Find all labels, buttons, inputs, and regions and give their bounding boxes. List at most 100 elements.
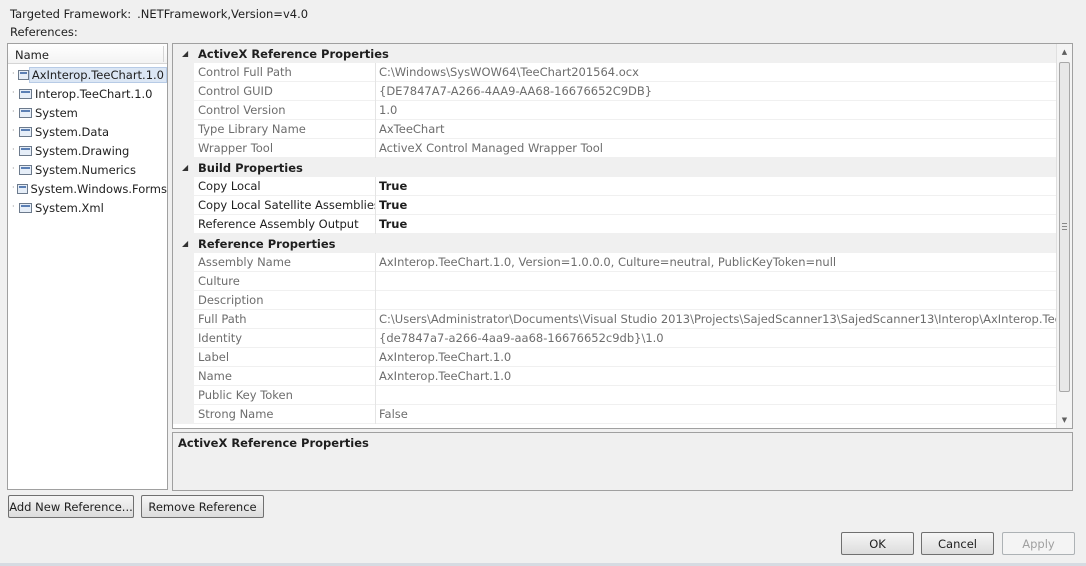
property-grid-rows: ◢ ActiveX Reference Properties Control Ful… [173,44,1072,424]
tree-expander-icon[interactable]: · [12,165,18,173]
property-name[interactable]: Strong Name [194,404,376,424]
collapse-triangle-icon[interactable]: ◢ [173,239,198,248]
apply-button[interactable]: Apply [1002,532,1075,555]
property-row[interactable]: Description [173,290,1072,310]
property-row[interactable]: Copy Local Satellite Assemblies True [173,195,1072,215]
reference-icon [19,88,32,99]
property-name[interactable]: Culture [194,271,376,291]
reference-item[interactable]: · System [8,102,167,121]
reference-item[interactable]: · System.Numerics [8,159,167,178]
property-value[interactable]: C:\Windows\SysWOW64\TeeChart201564.ocx [376,63,1072,82]
tree-expander-icon[interactable]: · [12,70,17,78]
category-title: Reference Properties [198,236,336,251]
tree-expander-icon[interactable]: · [12,89,18,97]
property-category[interactable]: ◢ Reference Properties [173,234,1072,253]
property-name[interactable]: Copy Local Satellite Assemblies [194,195,376,215]
property-value[interactable]: False [376,405,1072,424]
scroll-down-icon[interactable]: ▼ [1057,412,1072,428]
property-gutter [173,214,194,234]
reference-item[interactable]: · System.Drawing [8,140,167,159]
property-value[interactable]: {DE7847A7-A266-4AA9-AA68-16676652C9DB} [376,82,1072,101]
scroll-up-icon[interactable]: ▲ [1057,44,1072,60]
property-row[interactable]: Wrapper Tool ActiveX Control Managed Wrap… [173,138,1072,158]
property-row[interactable]: Full Path C:\Users\Administrator\Document… [173,309,1072,329]
property-name[interactable]: Label [194,347,376,367]
property-name[interactable]: Name [194,366,376,386]
property-name[interactable]: Description [194,290,376,310]
property-value[interactable]: AxInterop.TeeChart.1.0, Version=1.0.0.0,… [376,253,1072,272]
property-name[interactable]: Full Path [194,309,376,329]
tree-expander-icon[interactable]: · [12,203,18,211]
tree-expander-icon[interactable]: · [12,108,18,116]
property-category[interactable]: ◢ Build Properties [173,158,1072,177]
property-row[interactable]: Identity {de7847a7-a266-4aa9-aa68-1667665… [173,328,1072,348]
property-grid[interactable]: ◢ ActiveX Reference Properties Control Ful… [172,43,1073,429]
property-name[interactable]: Assembly Name [194,252,376,272]
property-row[interactable]: Public Key Token [173,385,1072,405]
add-new-reference-button[interactable]: Add New Reference... [8,495,134,518]
reference-item-label: System [35,105,78,120]
remove-reference-button[interactable]: Remove Reference [141,495,264,518]
scrollbar-thumb[interactable] [1059,62,1070,392]
references-column-header-label: Name [15,48,49,62]
property-category[interactable]: ◢ ActiveX Reference Properties [173,44,1072,63]
property-gutter [173,271,194,291]
property-value[interactable] [376,291,1072,310]
property-value[interactable]: {de7847a7-a266-4aa9-aa68-16676652c9db}\1… [376,329,1072,348]
property-name[interactable]: Wrapper Tool [194,138,376,158]
property-name[interactable]: Reference Assembly Output [194,214,376,234]
reference-item[interactable]: · AxInterop.TeeChart.1.0 [8,64,167,83]
reference-item-label: System.Numerics [35,162,136,177]
property-value[interactable]: C:\Users\Administrator\Documents\Visual … [376,310,1072,329]
property-row[interactable]: Strong Name False [173,404,1072,424]
property-value[interactable]: AxInterop.TeeChart.1.0 [376,348,1072,367]
collapse-triangle-icon[interactable]: ◢ [173,49,198,58]
reference-item[interactable]: · System.Xml [8,197,167,216]
property-row[interactable]: Assembly Name AxInterop.TeeChart.1.0, Ver… [173,252,1072,272]
property-row[interactable]: Type Library Name AxTeeChart [173,119,1072,139]
references-column-header[interactable]: Name [8,44,167,64]
ok-button[interactable]: OK [841,532,914,555]
property-row[interactable]: Name AxInterop.TeeChart.1.0 [173,366,1072,386]
property-value[interactable] [376,272,1072,291]
property-row[interactable]: Culture [173,271,1072,291]
property-value[interactable]: AxTeeChart [376,120,1072,139]
property-name[interactable]: Control Full Path [194,62,376,82]
property-gutter [173,290,194,310]
tree-expander-icon[interactable]: · [12,146,18,154]
property-value[interactable]: 1.0 [376,101,1072,120]
reference-item-label: System.Windows.Forms [30,181,168,196]
reference-item[interactable]: · System.Data [8,121,167,140]
property-row[interactable]: Control GUID {DE7847A7-A266-4AA9-AA68-166… [173,81,1072,101]
tree-expander-icon[interactable]: · [12,127,18,135]
reference-item[interactable]: · Interop.TeeChart.1.0 [8,83,167,102]
reference-item[interactable]: · System.Windows.Forms [8,178,167,197]
property-value[interactable]: ActiveX Control Managed Wrapper Tool [376,139,1072,158]
property-value[interactable] [376,386,1072,405]
property-row[interactable]: Reference Assembly Output True [173,214,1072,234]
property-row[interactable]: Control Version 1.0 [173,100,1072,120]
property-value[interactable]: True [376,215,1072,234]
property-row[interactable]: Label AxInterop.TeeChart.1.0 [173,347,1072,367]
property-name[interactable]: Type Library Name [194,119,376,139]
property-name[interactable]: Control GUID [194,81,376,101]
tree-expander-icon[interactable]: · [12,184,16,192]
property-row[interactable]: Copy Local True [173,176,1072,196]
cancel-button[interactable]: Cancel [921,532,994,555]
property-name[interactable]: Identity [194,328,376,348]
references-list[interactable]: Name · AxInterop.TeeChart.1.0 · Interop.Tee… [7,43,168,490]
property-grid-scrollbar[interactable]: ▲ ▼ [1056,44,1072,428]
property-row[interactable]: Control Full Path C:\Windows\SysWOW64\Tee… [173,62,1072,82]
property-name[interactable]: Copy Local [194,176,376,196]
property-gutter [173,404,194,424]
column-separator[interactable] [163,46,164,62]
reference-icon [17,183,28,194]
reference-icon [19,164,32,175]
property-value[interactable]: True [376,196,1072,215]
property-gutter [173,252,194,272]
property-value[interactable]: True [376,177,1072,196]
property-name[interactable]: Control Version [194,100,376,120]
collapse-triangle-icon[interactable]: ◢ [173,163,198,172]
property-name[interactable]: Public Key Token [194,385,376,405]
property-value[interactable]: AxInterop.TeeChart.1.0 [376,367,1072,386]
